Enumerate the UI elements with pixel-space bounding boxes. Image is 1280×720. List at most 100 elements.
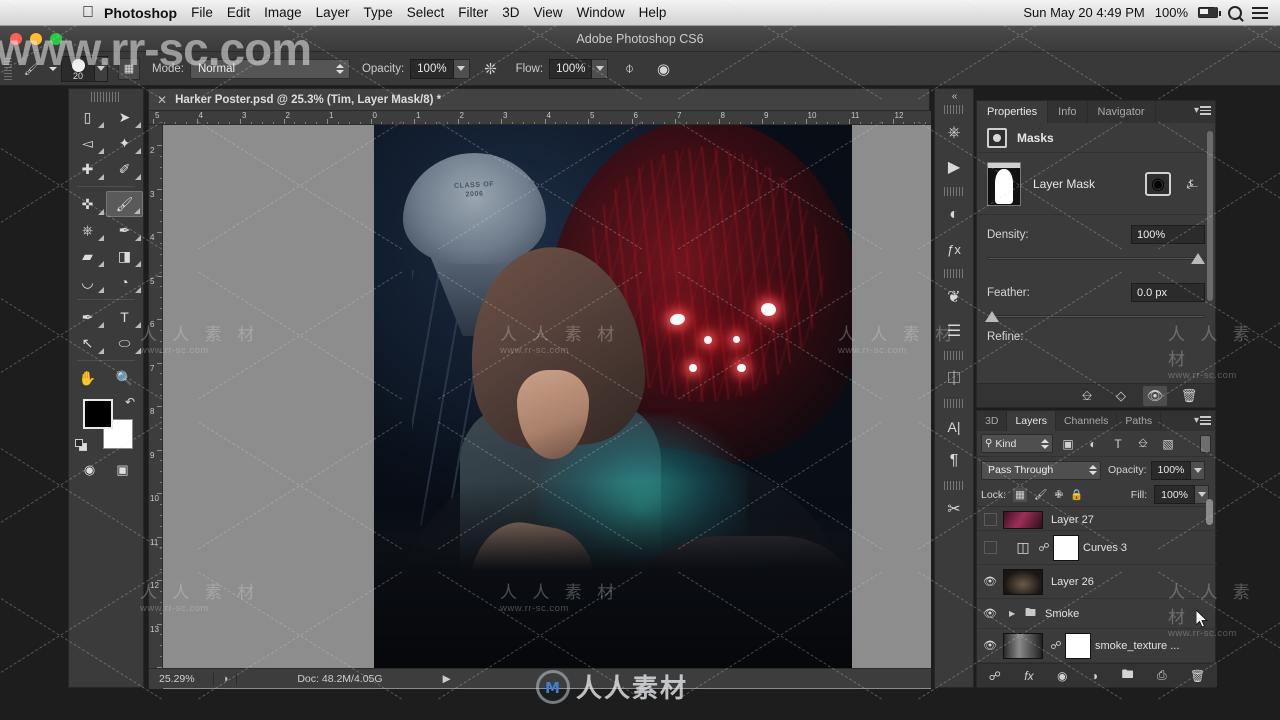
menu-view[interactable]: View: [534, 5, 563, 20]
fill-value[interactable]: 100%: [1154, 485, 1195, 504]
link-mask-icon[interactable]: ☍: [1050, 639, 1062, 652]
rail-grip-6[interactable]: [944, 481, 964, 490]
rail-grip-3[interactable]: [944, 269, 964, 278]
brush-pressure-icon[interactable]: ◉: [650, 57, 676, 81]
collapse-icon[interactable]: «: [935, 89, 973, 102]
clock[interactable]: Sun May 20 4:49 PM: [1023, 5, 1144, 20]
screen-mode-icon[interactable]: ▣: [110, 459, 136, 481]
history-panel-icon[interactable]: ⎈: [935, 116, 973, 150]
density-slider[interactable]: [987, 251, 1205, 267]
link-mask-icon[interactable]: ☍: [1038, 541, 1050, 554]
minimize-window-button[interactable]: [30, 32, 42, 45]
lock-all-icon[interactable]: 🔒: [1070, 488, 1083, 501]
default-colors-icon[interactable]: [75, 439, 87, 451]
menu-type[interactable]: Type: [363, 5, 392, 20]
flow-value[interactable]: 100%: [549, 58, 593, 79]
layer-visibility-toggle[interactable]: [977, 513, 1003, 526]
horizontal-type-tool[interactable]: T: [106, 304, 143, 330]
apply-mask-icon[interactable]: ◇: [1109, 386, 1133, 406]
opacity-dropdown[interactable]: [453, 58, 470, 79]
canvas-area[interactable]: CLASS OF 2006: [163, 125, 931, 689]
delete-layer-icon[interactable]: 🗑: [1190, 669, 1205, 683]
group-expand-arrow-icon[interactable]: ▶: [1009, 609, 1019, 618]
actions-panel-icon[interactable]: ▶: [935, 150, 973, 184]
zoom-level[interactable]: 25.29%: [149, 673, 213, 685]
panel-menu-icon[interactable]: ▾: [1194, 105, 1211, 116]
foreground-color-swatch[interactable]: [83, 399, 113, 429]
brush-tool-preset-picker[interactable]: [48, 62, 57, 76]
flow-dropdown[interactable]: [592, 58, 609, 79]
styles-panel-icon[interactable]: ƒx: [935, 232, 973, 266]
delete-mask-icon[interactable]: 🗑: [1177, 386, 1201, 406]
feather-value[interactable]: 0.0 px: [1131, 283, 1205, 302]
filter-shape-icon[interactable]: ⎒: [1133, 434, 1153, 454]
layer-name[interactable]: Layer 26: [1051, 576, 1094, 588]
menu-file[interactable]: File: [191, 5, 213, 20]
close-window-button[interactable]: [10, 32, 22, 45]
apple-icon[interactable]: : [82, 4, 94, 21]
layer-list[interactable]: Layer 27 ◫ ☍ Curves 3 👁 Layer 26 👁 ▶ 🖿 S…: [977, 509, 1217, 665]
menu-image[interactable]: Image: [264, 5, 302, 20]
rail-grip-2[interactable]: [944, 187, 964, 196]
table-row[interactable]: 👁 ☍ smoke_texture ...: [977, 629, 1217, 663]
document-tab[interactable]: ✕ Harker Poster.psd @ 25.3% (Tim, Layer …: [149, 89, 929, 111]
swap-colors-icon[interactable]: ↶: [125, 395, 135, 409]
filter-kind-select[interactable]: ⚲ Kind: [981, 434, 1053, 453]
menu-3d[interactable]: 3D: [502, 5, 519, 20]
close-icon[interactable]: ✕: [157, 93, 167, 107]
brush-panel-icon[interactable]: ❦: [935, 280, 973, 314]
rail-grip-5[interactable]: [944, 399, 964, 408]
tab-paths[interactable]: Paths: [1117, 411, 1162, 431]
layer-thumbnail[interactable]: [1003, 568, 1043, 595]
density-value[interactable]: 100%: [1131, 225, 1205, 244]
menu-app-name[interactable]: Photoshop: [104, 5, 177, 21]
dodge-tool[interactable]: ◔: [106, 269, 143, 295]
pixel-mask-icon[interactable]: ◉: [1145, 171, 1171, 196]
link-layers-icon[interactable]: ☍: [989, 669, 1001, 683]
layer-visibility-toggle[interactable]: 👁: [977, 575, 1003, 588]
add-layer-mask-icon[interactable]: ◉: [1057, 669, 1067, 683]
artboard[interactable]: CLASS OF 2006: [374, 125, 852, 681]
vertical-ruler[interactable]: 234567891011121314: [149, 125, 163, 689]
filter-adjustment-icon[interactable]: ◐: [1083, 434, 1103, 454]
layer-name[interactable]: smoke_texture ...: [1095, 640, 1179, 652]
document-info-icon[interactable]: ◑: [213, 672, 238, 685]
toggle-mask-icon[interactable]: 👁: [1143, 385, 1167, 406]
rectangular-marquee-tool[interactable]: ▯: [69, 104, 106, 130]
lock-image-pixels-icon[interactable]: 🖌: [1034, 488, 1047, 501]
curves-adjustment-icon[interactable]: ◫: [1011, 535, 1035, 560]
quick-mask-icon[interactable]: ◉: [77, 459, 103, 481]
filter-type-icon[interactable]: T: [1108, 434, 1128, 454]
vector-mask-icon[interactable]: ⍼: [1179, 172, 1205, 196]
maximize-window-button[interactable]: [50, 32, 62, 45]
options-bar-grip[interactable]: [4, 57, 12, 80]
tab-3d[interactable]: 3D: [977, 411, 1008, 431]
layer-mask-thumbnail[interactable]: [987, 161, 1021, 206]
paragraph-panel-icon[interactable]: ¶: [935, 444, 973, 478]
panel-menu-icon[interactable]: ▾: [1194, 415, 1211, 426]
opacity-value[interactable]: 100%: [410, 58, 454, 79]
path-selection-tool[interactable]: ↖: [69, 330, 106, 356]
gradient-tool[interactable]: ◨: [106, 243, 143, 269]
spot-healing-brush-tool[interactable]: ✜: [69, 191, 106, 217]
pen-tool[interactable]: ✒: [69, 304, 106, 330]
layer-name[interactable]: Smoke: [1045, 608, 1079, 620]
history-brush-tool[interactable]: ✒: [106, 217, 143, 243]
menu-layer[interactable]: Layer: [316, 5, 350, 20]
blur-tool[interactable]: ◡: [69, 269, 106, 295]
tab-properties[interactable]: Properties: [977, 101, 1049, 123]
layer-name[interactable]: Curves 3: [1083, 542, 1127, 554]
tab-channels[interactable]: Channels: [1056, 411, 1118, 431]
opacity-pressure-icon[interactable]: ❊: [478, 57, 504, 81]
new-layer-icon[interactable]: ⎙: [1157, 668, 1167, 683]
feather-slider[interactable]: [985, 309, 1205, 325]
tab-info[interactable]: Info: [1048, 101, 1088, 123]
menu-select[interactable]: Select: [407, 5, 445, 20]
layer-mask-thumbnail[interactable]: [1053, 534, 1079, 561]
table-row[interactable]: ◫ ☍ Curves 3: [977, 531, 1217, 565]
rail-grip-4[interactable]: [944, 351, 964, 360]
battery-icon[interactable]: [1198, 7, 1221, 18]
menu-window[interactable]: Window: [577, 5, 625, 20]
filter-enable-toggle[interactable]: [1200, 434, 1211, 453]
crop-tool[interactable]: ✚: [69, 156, 106, 182]
